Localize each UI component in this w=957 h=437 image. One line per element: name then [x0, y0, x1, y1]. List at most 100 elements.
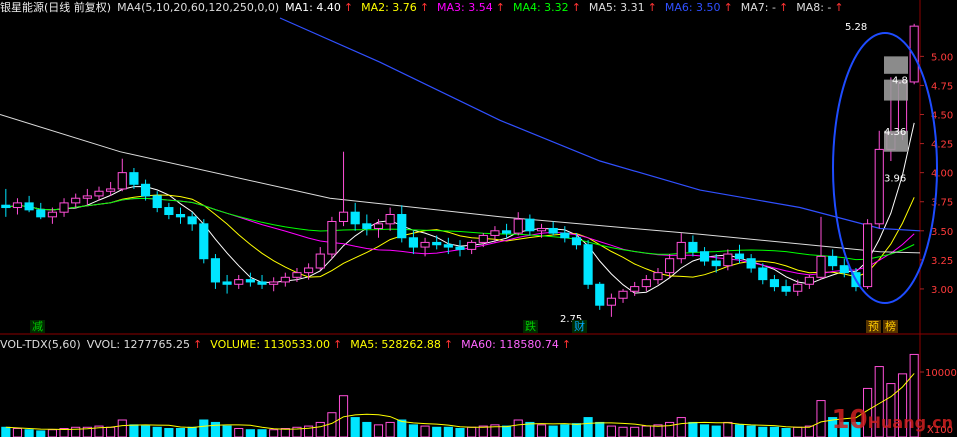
candle-body-22	[257, 281, 267, 285]
volume-bar-52	[606, 425, 616, 437]
volume-bar-33	[385, 421, 395, 437]
candle-body-23	[269, 281, 279, 285]
candle-body-58	[676, 241, 686, 260]
event-marker-2[interactable]: 财	[572, 320, 587, 333]
candle-body-47	[548, 227, 558, 234]
event-marker-1[interactable]: 跌	[523, 320, 538, 333]
volume-bar-47	[548, 425, 558, 437]
ma6-line	[279, 17, 921, 232]
ma-label-3: MA4: 3.32	[512, 1, 569, 14]
vol-tick-label-0: 10000	[925, 368, 957, 379]
ma-arrow-icon-6: ↑	[778, 1, 789, 14]
volume-bar-24	[280, 428, 290, 437]
volume-bar-14	[164, 428, 174, 437]
candle-body-43	[502, 230, 512, 234]
volume-bar-66	[769, 426, 780, 437]
volume-bar-19	[222, 425, 232, 437]
volume-bar-16	[187, 426, 197, 437]
ma-definition: MA4(5,10,20,60,120,250,0,0)	[117, 1, 280, 14]
candle-body-61	[711, 260, 721, 267]
ma-label-4: MA5: 3.31	[588, 1, 645, 14]
candle-body-69	[804, 276, 814, 285]
candle-body-1	[12, 202, 23, 209]
volume-bar-30	[350, 417, 360, 437]
volume-bar-50	[583, 417, 593, 437]
volume-bar-59	[688, 421, 698, 437]
candle-body-21	[245, 279, 255, 283]
volume-bar-54	[630, 426, 640, 437]
candle-body-64	[746, 258, 756, 269]
annotation-1: 4.8	[892, 76, 908, 87]
candle-body-10	[117, 172, 127, 190]
candle-body-44	[513, 218, 523, 234]
volume-bar-35	[408, 424, 418, 437]
ma-arrow-icon-0: ↑	[343, 1, 354, 14]
volume-bar-11	[129, 424, 139, 437]
volume-bar-20	[234, 428, 244, 437]
candle-body-0	[1, 204, 11, 209]
volume-bar-55	[641, 425, 651, 437]
volume-bar-10	[117, 419, 127, 437]
candle-body-53	[618, 290, 628, 299]
price-header: 银星能源(日线 前复权) MA4(5,10,20,60,120,250,0,0)…	[0, 0, 858, 16]
volume-bar-36	[420, 425, 430, 437]
candle-body-20	[234, 279, 244, 285]
candle-body-15	[175, 214, 186, 218]
price-tick-label-0: 3.00	[931, 285, 953, 296]
candle-body-14	[164, 207, 174, 216]
ma-label-5: MA6: 3.50	[664, 1, 721, 14]
candle-body-72	[839, 265, 849, 274]
candle-body-37	[432, 241, 442, 246]
vol-arrow-icon-2: ↑	[443, 338, 454, 351]
candle-body-66	[769, 279, 780, 288]
volume-bar-51	[595, 421, 605, 437]
volume-bar-18	[210, 421, 221, 437]
volume-bar-9	[106, 426, 116, 437]
vol-label-2: MA5: 528262.88	[350, 338, 441, 351]
volume-bar-70	[816, 400, 826, 437]
candle-body-63	[734, 253, 745, 260]
candle-body-57	[665, 258, 675, 274]
vol-definition: VOL-TDX(5,60)	[0, 338, 81, 351]
ma-label-2: MA3: 3.54	[437, 1, 493, 14]
candle-body-70	[816, 255, 826, 278]
volume-ma5-line	[5, 373, 915, 431]
candle-body-30	[350, 211, 360, 225]
candle-body-8	[94, 190, 104, 197]
vol-arrow-icon-3: ↑	[561, 338, 572, 351]
vol-arrow-icon-1: ↑	[333, 338, 343, 351]
event-marker-0[interactable]: 减	[30, 320, 45, 333]
kline-chart[interactable]: 3.003.253.503.754.004.254.504.755.005.28…	[0, 0, 957, 437]
vol-label-1: VOLUME: 1130533.00	[210, 338, 330, 351]
event-marker-3[interactable]: 预	[866, 320, 881, 333]
candle-body-52	[606, 297, 616, 306]
candle-body-46	[536, 227, 547, 232]
volume-bar-61	[711, 425, 721, 437]
price-tick-label-8: 5.00	[931, 52, 953, 63]
candle-body-17	[199, 223, 209, 260]
stock-title: 银星能源(日线 前复权)	[0, 1, 112, 14]
event-marker-4[interactable]: 榜	[883, 320, 898, 333]
candle-body-54	[630, 286, 640, 292]
volume-bar-53	[618, 426, 628, 437]
ma-label-7: MA8: -	[796, 1, 832, 14]
candle-body-42	[490, 230, 500, 236]
vol-items: VVOL: 1277765.25 ↑ VOLUME: 1130533.00 ↑ MA5:…	[87, 337, 579, 353]
price-tick-label-4: 4.00	[931, 169, 953, 180]
candle-body-28	[327, 220, 337, 255]
vol-label-3: MA60: 118580.74	[461, 338, 559, 351]
gap-box-2	[884, 56, 908, 74]
annotation-2: 4.36	[884, 127, 906, 138]
volume-bar-3	[36, 430, 46, 437]
candle-body-19	[222, 281, 232, 285]
ma2-line	[5, 194, 915, 278]
volume-bar-43	[502, 425, 512, 437]
volume-bar-13	[152, 426, 162, 437]
volume-bar-68	[793, 426, 803, 437]
volume-bar-21	[245, 429, 255, 437]
volume-bar-48	[560, 424, 570, 437]
candle-body-18	[210, 258, 221, 283]
volume-bar-37	[432, 426, 442, 437]
candle-body-49	[571, 237, 582, 246]
candle-body-62	[723, 253, 733, 267]
